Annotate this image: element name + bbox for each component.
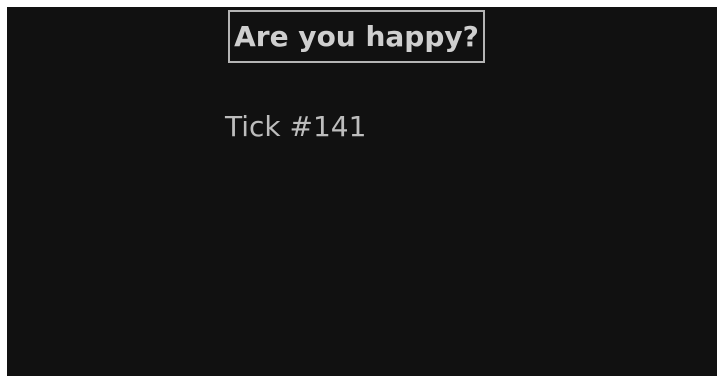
tick-counter-label: Tick #141 (225, 110, 367, 143)
app-window: Are you happy? Tick #141 (7, 7, 717, 376)
are-you-happy-button[interactable]: Are you happy? (228, 10, 485, 63)
